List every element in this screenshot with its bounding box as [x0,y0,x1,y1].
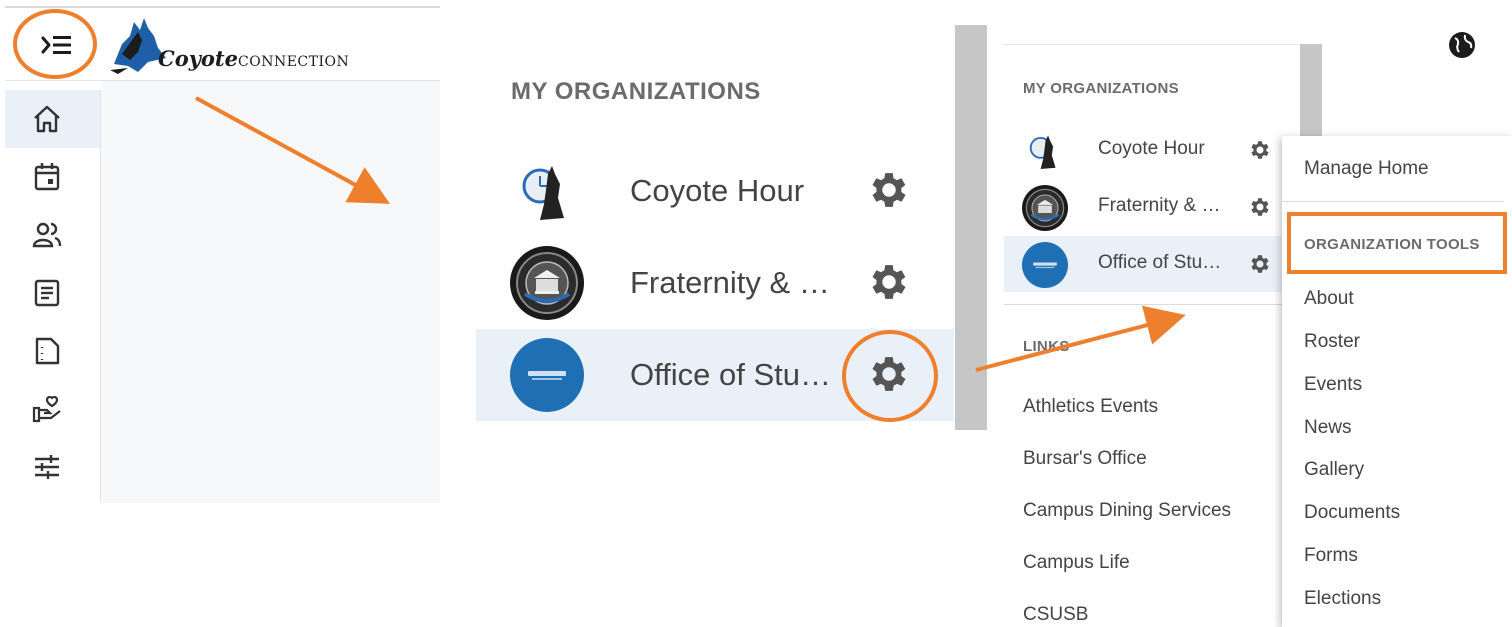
arrow-to-zoom [195,96,391,204]
annotation-arrows [195,96,1186,372]
arrow-to-dropdown [975,305,1186,372]
